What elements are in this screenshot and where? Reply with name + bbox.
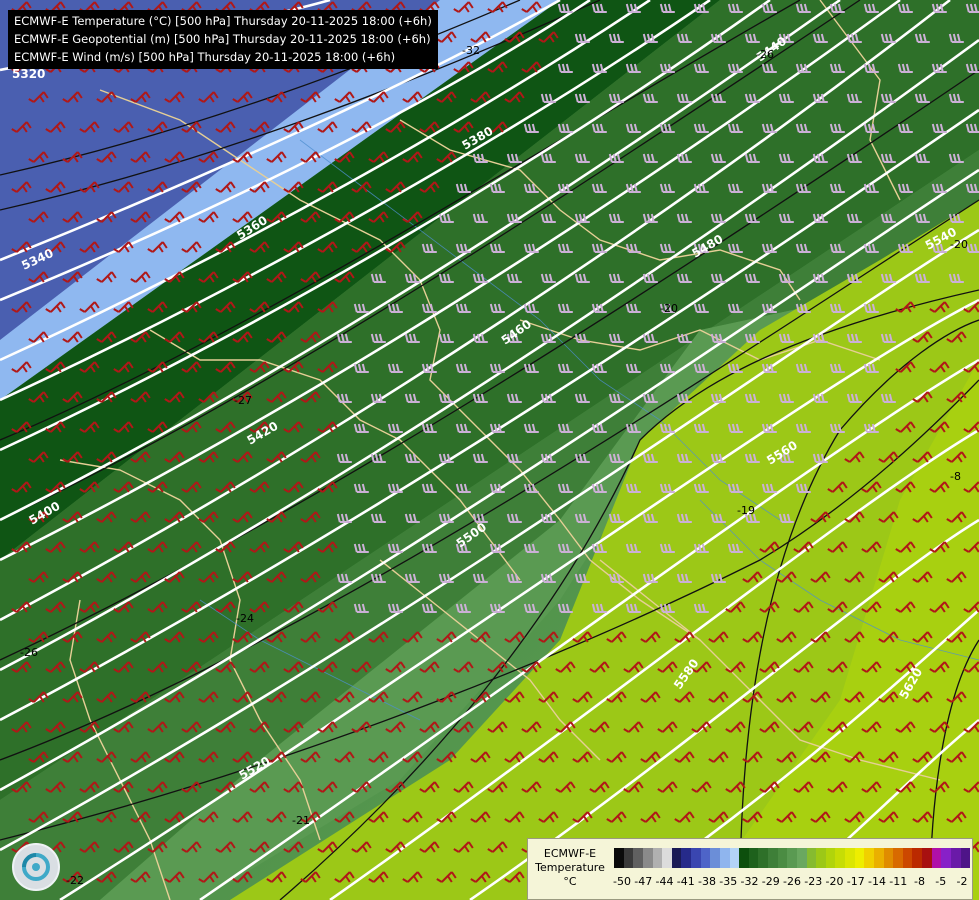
- weather-map: 5320 5340 5360 5380 5400 5420 5440 5460 …: [0, 0, 979, 900]
- legend-swatch: [893, 848, 903, 868]
- legend-swatch: [739, 848, 749, 868]
- legend-swatch: [883, 848, 894, 868]
- legend-tick-label: -8: [914, 875, 925, 888]
- legend-title-line3: °C: [563, 875, 577, 888]
- legend-title-line1: ECMWF-E: [543, 847, 597, 860]
- legend-ticks: -50 -47 -44 -41 -38 -35 -32 -29 -26 -23 -20 -17 -14-…: [613, 875, 970, 889]
- legend-swatch: [806, 848, 817, 868]
- legend-tick-label: -17: [846, 875, 865, 888]
- legend-swatch: [671, 848, 682, 868]
- legend-swatch: [816, 848, 826, 868]
- legend-swatch: [922, 848, 932, 868]
- legend-swatch: [623, 848, 634, 868]
- legend-swatch: [758, 848, 768, 868]
- isotherm-label: -27: [234, 394, 252, 407]
- temperature-layer-title: ECMWF-E Temperature (°C) [500 hPa] Thurs…: [14, 14, 432, 28]
- legend-swatch: [902, 848, 913, 868]
- legend-swatch: [873, 848, 884, 868]
- legend-tick-label: -47: [634, 875, 653, 888]
- isotherm-label: -20: [950, 238, 968, 251]
- legend-tick-label: -14: [868, 875, 886, 888]
- legend-swatch: [633, 848, 643, 868]
- legend-swatch: [931, 848, 942, 868]
- legend-swatch: [787, 848, 797, 868]
- isotherm-label: -8: [950, 470, 961, 483]
- legend-tick-label: -29: [761, 875, 780, 888]
- legend-tick-label: -44: [655, 875, 674, 888]
- isotherm-label: -24: [236, 612, 254, 625]
- legend-swatch: [796, 848, 807, 868]
- legend-tick-label: -23: [804, 875, 823, 888]
- legend-swatch: [691, 848, 701, 868]
- legend-tick-label: -32: [740, 875, 759, 888]
- legend-swatch: [710, 848, 720, 868]
- legend-swatch: [825, 848, 836, 868]
- legend-swatch: [835, 848, 845, 868]
- legend-tick-label: -35: [719, 875, 738, 888]
- geopotential-layer-title: ECMWF-E Geopotential (m) [500 hPa] Thurs…: [14, 32, 431, 46]
- legend-swatch: [614, 848, 624, 868]
- legend-tick-label: -41: [676, 875, 695, 888]
- legend-tick-label: -50: [613, 875, 631, 888]
- isotherm-label: -20: [660, 302, 678, 315]
- legend-swatch: [652, 848, 663, 868]
- isotherm-label: -21: [292, 814, 310, 827]
- legend-swatch: [768, 848, 778, 868]
- isotherm-label: -26: [756, 48, 774, 61]
- isotherm-label: -26: [20, 646, 38, 659]
- legend-swatch: [681, 848, 691, 868]
- contour-label: 5320: [12, 67, 45, 81]
- legend-tick-label: -2: [956, 875, 968, 888]
- legend-swatch: [729, 848, 740, 868]
- wind-layer-title: ECMWF-E Wind (m/s) [500 hPa] Thursday 20…: [14, 50, 396, 64]
- legend-tick-label: -20: [825, 875, 844, 888]
- legend-tick-label: -26: [783, 875, 801, 888]
- legend-swatch: [854, 848, 865, 868]
- legend-swatch: [960, 848, 971, 868]
- legend-swatch: [777, 848, 788, 868]
- legend-swatch: [700, 848, 711, 868]
- map-info-header: ECMWF-E Temperature (°C) [500 hPa] Thurs…: [8, 10, 438, 69]
- legend-swatch: [845, 848, 855, 868]
- meteo-logo-icon: [12, 843, 60, 891]
- isotherm-label: -32: [462, 44, 480, 57]
- legend-tick-label: -11: [889, 875, 908, 888]
- legend-tick-label: -38: [698, 875, 716, 888]
- temperature-legend: ECMWF-E Temperature °C -50 -47 -44 -41 -38 -3…: [527, 838, 973, 900]
- legend-swatch: [662, 848, 672, 868]
- legend-swatch: [748, 848, 759, 868]
- legend-swatch: [950, 848, 961, 868]
- isotherm-label: -22: [66, 874, 84, 887]
- legend-swatch: [642, 848, 653, 868]
- legend-title-line2: Temperature: [535, 861, 605, 874]
- legend-swatch: [864, 848, 874, 868]
- legend-tick-label: -5: [935, 875, 947, 888]
- legend-swatch: [941, 848, 951, 868]
- legend-color-bar: [614, 848, 971, 868]
- legend-swatch: [912, 848, 922, 868]
- legend-title: ECMWF-E Temperature °C: [534, 847, 606, 889]
- isotherm-label: -19: [737, 504, 755, 517]
- legend-swatch: [719, 848, 730, 868]
